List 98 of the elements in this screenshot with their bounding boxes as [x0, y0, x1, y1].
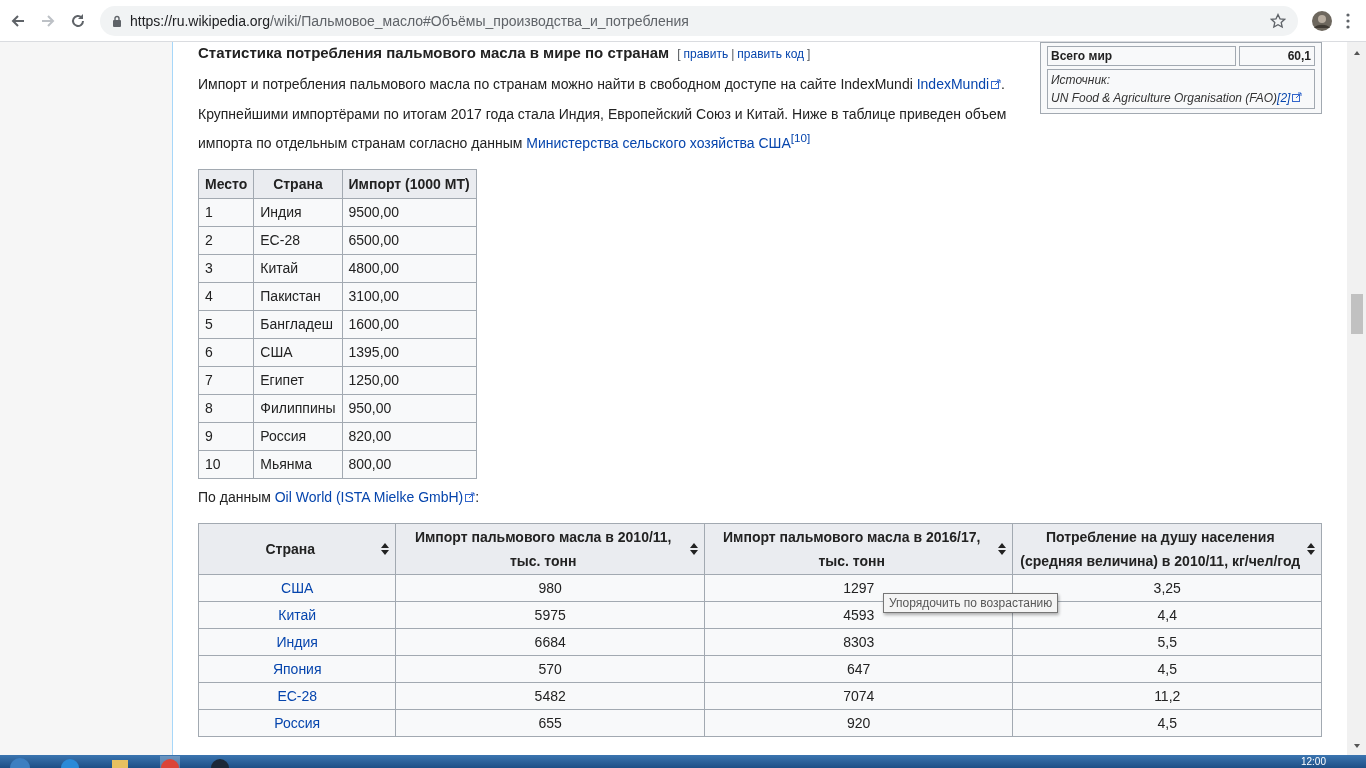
- clock: 12:00: [1300, 756, 1326, 768]
- table-cell: 8303: [704, 628, 1013, 656]
- table-cell: 4800,00: [342, 254, 477, 283]
- scroll-up-icon[interactable]: [1352, 50, 1361, 56]
- table-cell: 1250,00: [342, 366, 477, 395]
- table-cell: 950,00: [342, 394, 477, 423]
- table-cell: 10: [198, 450, 254, 479]
- scroll-down-icon[interactable]: [1352, 743, 1361, 749]
- source-label: Источник:: [1051, 73, 1112, 87]
- external-link-icon: [991, 79, 1002, 89]
- table-cell: 1600,00: [342, 310, 477, 339]
- table-cell: 820,00: [342, 422, 477, 451]
- table-cell: 1395,00: [342, 338, 477, 367]
- table-cell: Россия: [253, 422, 342, 451]
- column-header: Место: [198, 169, 254, 199]
- country-link[interactable]: Япония: [272, 660, 322, 677]
- table-cell: 4,5: [1012, 655, 1322, 683]
- table-cell: 8: [198, 394, 254, 423]
- app-icon[interactable]: [210, 756, 230, 768]
- sort-icon: [689, 542, 698, 555]
- table-cell: Китай: [253, 254, 342, 283]
- lock-icon: [112, 14, 122, 27]
- bookmark-star-icon[interactable]: [1270, 12, 1286, 29]
- table-cell: 655: [395, 709, 705, 737]
- back-icon[interactable]: [10, 12, 26, 29]
- table-cell: 570: [395, 655, 705, 683]
- link[interactable]: Министерства сельского хозяйства США: [526, 134, 791, 151]
- edit-link[interactable]: править: [683, 47, 729, 61]
- table-cell: 1: [198, 198, 254, 227]
- column-header: Импорт (1000 МТ): [342, 169, 477, 199]
- external-link[interactable]: IndexMundi: [916, 76, 1002, 92]
- table-cell: 9: [198, 422, 254, 451]
- table-cell: 5975: [395, 601, 705, 629]
- reference-link[interactable]: [2]: [1277, 91, 1291, 105]
- scrollbar-thumb[interactable]: [1350, 294, 1363, 334]
- reload-icon[interactable]: [70, 12, 86, 29]
- table-cell: 6500,00: [342, 226, 477, 255]
- sortable-column-header[interactable]: Потребление на душу населения (средняя величина) в 2010/11, кг/чел/год: [1012, 523, 1322, 575]
- table-cell: 980: [395, 574, 705, 602]
- table-cell: Египет: [253, 366, 342, 395]
- table-cell: США: [253, 338, 342, 367]
- address-bar[interactable]: https://ru.wikipedia.org/wiki/Пальмовое_масло#Объёмы_производства_и_потребления: [100, 5, 1298, 36]
- menu-icon[interactable]: [1346, 12, 1350, 29]
- sort-icon: [998, 542, 1007, 555]
- table-cell: 11,2: [1012, 682, 1322, 710]
- start-orb-icon[interactable]: [10, 756, 30, 768]
- separator: |: [731, 47, 735, 61]
- infobox-value: 60,1: [1239, 46, 1315, 66]
- sortable-column-header[interactable]: Страна: [198, 523, 396, 575]
- edit-link[interactable]: править код: [737, 47, 805, 61]
- reference-link[interactable]: [10]: [790, 131, 811, 144]
- paragraph: Импорт и потребления пальмового масла по странам можно найти в свободном доступе на сайте IndexMundi IndexMundi .: [198, 75, 1006, 94]
- table-cell: 7074: [704, 682, 1013, 710]
- country-link[interactable]: Индия: [276, 633, 318, 650]
- column-header: Страна: [253, 169, 342, 199]
- table-cell: 9500,00: [342, 198, 477, 227]
- paragraph: Крупнейшими импортёрами по итогам 2017 года стала Индия, Европейский Союз и Китай. Ниже в таблице приведен объем импорта по отдельным странам согласно данным Министерства сельского хозяйства США$^{[10]}$: [198, 105, 1008, 153]
- table-cell: 6684: [395, 628, 705, 656]
- external-link-icon: [1292, 92, 1303, 102]
- source-text: UN Food & Agriculture Organisation (FAO): [1051, 91, 1278, 105]
- table-cell: 4,5: [1012, 709, 1322, 737]
- tooltip: Упорядочить по возрастанию: [883, 592, 1059, 613]
- table-cell: 5482: [395, 682, 705, 710]
- sortable-column-header[interactable]: Импорт пальмового масла в 2010/11, тыс. тонн: [395, 523, 705, 575]
- table-cell: 4: [198, 282, 254, 311]
- table-cell: Бангладеш: [253, 310, 342, 339]
- table-cell: 3100,00: [342, 282, 477, 311]
- external-link-icon: [465, 491, 476, 502]
- country-link[interactable]: США: [281, 579, 314, 596]
- table-cell: 2: [198, 226, 254, 255]
- table-cell: Филиппины: [253, 394, 342, 423]
- sort-icon: [381, 542, 390, 555]
- table-cell: 647: [704, 655, 1013, 683]
- section-heading: Статистика потребления пальмового масла в мире по странам: [198, 44, 670, 62]
- country-link[interactable]: ЕС-28: [277, 687, 318, 704]
- table-cell: 7: [198, 366, 254, 395]
- table-cell: ЕС-28: [253, 226, 342, 255]
- bracket: [: [677, 47, 681, 61]
- table-cell: 5,5: [1012, 628, 1322, 656]
- table-cell: Пакистан: [253, 282, 342, 311]
- sort-icon: [1307, 542, 1315, 555]
- infobox-label: Всего мир: [1047, 46, 1236, 66]
- url-text: https://ru.wikipedia.org/wiki/Пальмовое_масло#Объёмы_производства_и_потребления: [130, 12, 690, 29]
- profile-avatar-icon[interactable]: [1312, 10, 1332, 31]
- table-cell: 5: [198, 310, 254, 339]
- scrollbar[interactable]: [1347, 42, 1366, 755]
- table-cell: 920: [704, 709, 1013, 737]
- external-link[interactable]: Oil World (ISTA Mielke GmbH): [274, 488, 476, 505]
- bracket: ]: [807, 47, 811, 61]
- country-link[interactable]: Китай: [278, 606, 317, 623]
- table-cell: Мьянма: [253, 450, 342, 479]
- table-cell: 800,00: [342, 450, 477, 479]
- paragraph: По данным Oil World (ISTA Mielke GmbH) :: [198, 487, 481, 507]
- table-cell: 3: [198, 254, 254, 283]
- table-cell: 6: [198, 338, 254, 367]
- table-cell: Индия: [253, 198, 342, 227]
- sortable-column-header[interactable]: Импорт пальмового масла в 2016/17, тыс. тонн: [704, 523, 1013, 575]
- country-link[interactable]: Россия: [274, 714, 321, 731]
